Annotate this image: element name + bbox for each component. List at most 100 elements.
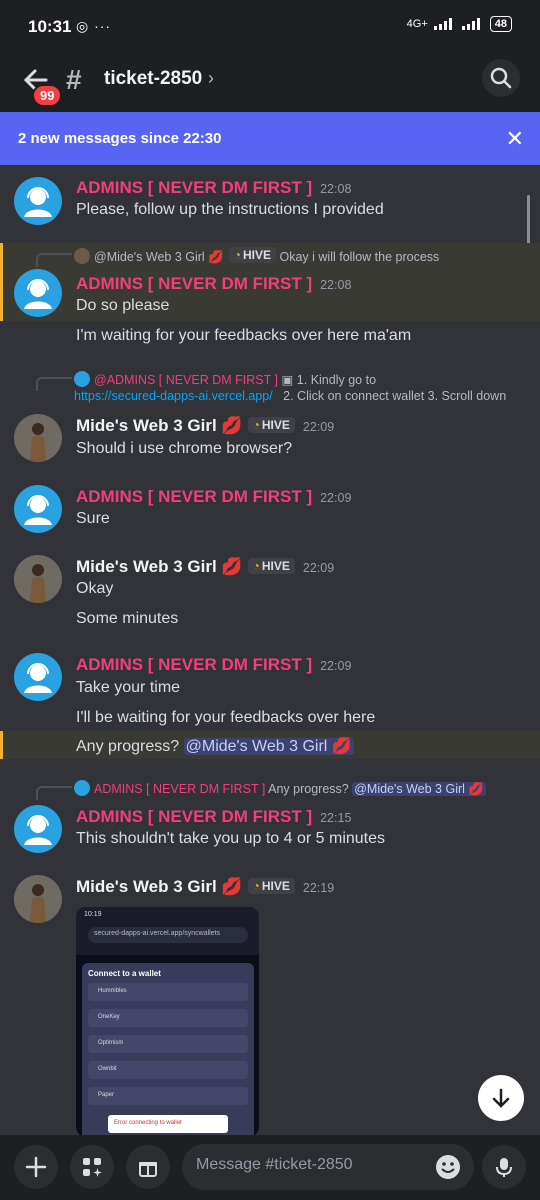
- attachment-url: secured-dapps-ai.vercel.app/syncwallets: [88, 927, 248, 943]
- user-photo-icon: [14, 414, 62, 462]
- attachment-panel: Connect to a wallet Hummbles OneKey Opti…: [82, 963, 254, 1135]
- image-icon: ▣: [281, 373, 294, 387]
- reply-text: Okay i will follow the process: [279, 250, 440, 264]
- reply-preview[interactable]: @Mide's Web 3 Girl 💋 ◔ HIVE Okay i will fo…: [74, 247, 439, 265]
- hive-icon: ◔: [233, 248, 241, 262]
- message-author[interactable]: ADMINS [ NEVER DM FIRST ] 22:09: [76, 655, 351, 675]
- reply-author: ADMINS [ NEVER DM FIRST ]: [94, 782, 266, 796]
- avatar[interactable]: [14, 555, 62, 603]
- message-input[interactable]: [196, 1156, 416, 1174]
- reply-preview-line2[interactable]: https://secured-dapps-ai.vercel.app/ 2. …: [74, 389, 506, 403]
- hive-icon: ◔: [252, 559, 260, 573]
- support-agent-icon: [24, 279, 52, 309]
- plus-button[interactable]: [14, 1145, 58, 1189]
- author-name: Mide's Web 3 Girl 💋: [76, 416, 243, 435]
- message-author[interactable]: ADMINS [ NEVER DM FIRST ] 22:08: [76, 178, 351, 198]
- reply-connector: [36, 786, 72, 800]
- apps-button[interactable]: [70, 1145, 114, 1189]
- message-author[interactable]: Mide's Web 3 Girl 💋 ◔ HIVE 22:19: [76, 877, 334, 897]
- mini-avatar: [74, 248, 90, 264]
- message-text: I'll be waiting for your feedbacks over …: [76, 709, 376, 726]
- message-list[interactable]: ADMINS [ NEVER DM FIRST ] 22:08 Please, f…: [0, 165, 540, 1135]
- chevron-right-icon[interactable]: ›: [208, 68, 214, 89]
- banner-text: 2 new messages since 22:30: [18, 130, 222, 147]
- gift-button[interactable]: [126, 1145, 170, 1189]
- message-text: I'm waiting for your feedbacks over here…: [76, 327, 412, 344]
- timestamp: 22:09: [320, 491, 352, 505]
- message-composer: [0, 1135, 540, 1200]
- tag-label: HIVE: [261, 418, 290, 432]
- signal-icon: [433, 18, 452, 30]
- reply-text: Any progress?: [268, 782, 349, 796]
- message-text: Okay: [76, 580, 114, 597]
- avatar[interactable]: [14, 177, 62, 225]
- message-author[interactable]: ADMINS [ NEVER DM FIRST ] 22:09: [76, 487, 351, 507]
- search-button[interactable]: [482, 59, 520, 97]
- network-label: 4G+: [406, 18, 428, 30]
- arrow-down-icon: [492, 1088, 510, 1108]
- message-text: Should i use chrome browser?: [76, 440, 293, 457]
- tag-label: HIVE: [261, 879, 290, 893]
- image-attachment[interactable]: 10:19 secured-dapps-ai.vercel.app/syncwa…: [76, 907, 259, 1135]
- message-text: Sure: [76, 510, 110, 527]
- hive-tag: ◔ HIVE: [247, 558, 295, 574]
- voice-button[interactable]: [482, 1145, 526, 1189]
- avatar[interactable]: [14, 805, 62, 853]
- status-time: 10:31: [28, 17, 72, 36]
- hive-icon: ◔: [252, 418, 260, 432]
- battery-indicator: 48: [489, 16, 512, 32]
- avatar[interactable]: [14, 414, 62, 462]
- emoji-button[interactable]: [434, 1153, 462, 1181]
- reply-preview[interactable]: @ADMINS [ NEVER DM FIRST ] ▣ 1. Kindly g…: [74, 371, 376, 387]
- plus-icon: [25, 1156, 47, 1178]
- signal-icon-2: [461, 18, 480, 30]
- reply-link[interactable]: https://secured-dapps-ai.vercel.app/: [74, 389, 273, 403]
- attachment-status-time: 10:19: [84, 911, 102, 918]
- scroll-to-bottom-button[interactable]: [478, 1075, 524, 1121]
- user-mention[interactable]: @Mide's Web 3 Girl 💋: [352, 782, 486, 796]
- avatar[interactable]: [14, 875, 62, 923]
- author-name: ADMINS [ NEVER DM FIRST ]: [76, 487, 313, 506]
- channel-title[interactable]: ticket-2850: [104, 68, 202, 90]
- attachment-item: OneKey: [88, 1009, 248, 1027]
- reply-connector: [36, 253, 72, 267]
- author-name: ADMINS [ NEVER DM FIRST ]: [76, 655, 313, 674]
- attachment-item: Ownbit: [88, 1061, 248, 1079]
- hash-lock-icon: #: [66, 64, 82, 95]
- emoji-icon: [436, 1155, 460, 1179]
- reply-text: 1. Kindly go to: [296, 373, 377, 387]
- mini-avatar: [74, 780, 90, 796]
- message-text-part: Any progress?: [76, 738, 180, 755]
- message-text: Take your time: [76, 679, 181, 696]
- message-author[interactable]: ADMINS [ NEVER DM FIRST ] 22:08: [76, 274, 351, 294]
- user-mention[interactable]: @Mide's Web 3 Girl 💋: [183, 738, 354, 755]
- author-name: ADMINS [ NEVER DM FIRST ]: [76, 807, 313, 826]
- user-photo-icon: [14, 875, 62, 923]
- tag-label: HIVE: [243, 248, 272, 262]
- message-author[interactable]: ADMINS [ NEVER DM FIRST ] 22:15: [76, 807, 351, 827]
- support-agent-icon: [24, 815, 52, 845]
- reply-preview[interactable]: ADMINS [ NEVER DM FIRST ] Any progress? …: [74, 780, 486, 797]
- message-text: Please, follow up the instructions I pro…: [76, 201, 384, 218]
- message-text: Some minutes: [76, 610, 179, 627]
- message-author[interactable]: Mide's Web 3 Girl 💋 ◔ HIVE 22:09: [76, 557, 334, 577]
- avatar[interactable]: [14, 653, 62, 701]
- microphone-icon: [496, 1158, 512, 1177]
- avatar[interactable]: [14, 269, 62, 317]
- support-agent-icon: [24, 187, 52, 217]
- message-text: This shouldn't take you up to 4 or 5 min…: [76, 830, 386, 847]
- author-name: ADMINS [ NEVER DM FIRST ]: [76, 274, 313, 293]
- reply-author: @ADMINS [ NEVER DM FIRST ]: [94, 373, 279, 387]
- close-icon[interactable]: ✕: [506, 126, 524, 152]
- timestamp: 22:09: [320, 659, 352, 673]
- hive-icon: ◔: [252, 879, 260, 893]
- message-author[interactable]: Mide's Web 3 Girl 💋 ◔ HIVE 22:09: [76, 416, 334, 436]
- gift-icon: [139, 1162, 157, 1177]
- avatar[interactable]: [14, 485, 62, 533]
- user-photo-icon: [14, 555, 62, 603]
- tag-label: HIVE: [261, 559, 290, 573]
- support-agent-icon: [24, 495, 52, 525]
- new-messages-banner[interactable]: 2 new messages since 22:30 ✕: [0, 112, 540, 165]
- attachment-item: Hummbles: [88, 983, 248, 1001]
- attachment-title: Connect to a wallet: [88, 969, 161, 978]
